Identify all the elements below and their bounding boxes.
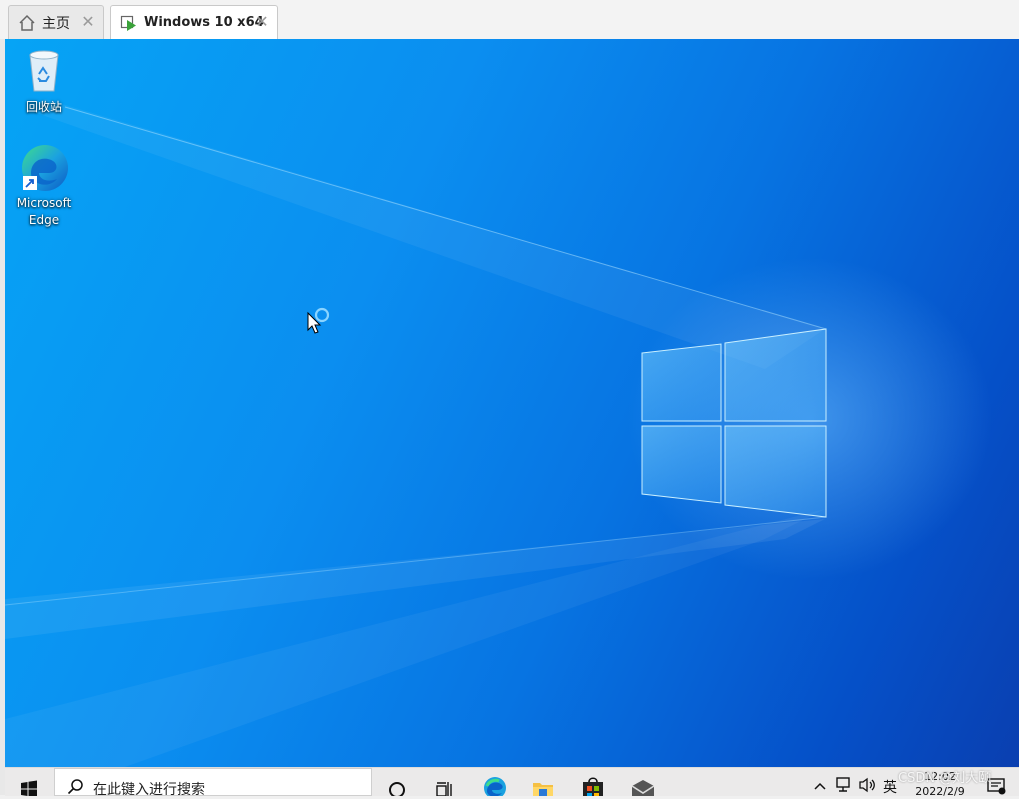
start-icon: [20, 780, 38, 796]
wallpaper-light-beams-icon: [5, 99, 827, 767]
task-view-icon: [435, 780, 455, 796]
mail-icon: [631, 778, 655, 796]
vm-tab-bar: 主页 ✕ Windows 10 x64 ✕: [0, 0, 1019, 40]
file-explorer-icon: [531, 778, 555, 796]
show-hidden-icons-chevron-up-icon[interactable]: [813, 777, 827, 796]
clock-date: 2022/2/9: [915, 785, 965, 798]
store-button[interactable]: [573, 768, 613, 796]
tab-windows-10[interactable]: Windows 10 x64 ✕: [110, 5, 278, 39]
recycle-bin-icon: [5, 47, 83, 99]
edge-icon: [483, 776, 507, 796]
tab-vm-label: Windows 10 x64: [144, 15, 264, 30]
close-tab-home-icon[interactable]: ✕: [79, 13, 97, 31]
edge-icon: [5, 143, 83, 195]
close-tab-vm-icon[interactable]: ✕: [253, 13, 271, 31]
edge-label: Microsoft Edge: [16, 196, 72, 227]
taskbar-edge-button[interactable]: [475, 768, 515, 796]
tab-home-label: 主页: [42, 15, 70, 32]
desktop-icon-edge[interactable]: Microsoft Edge: [5, 143, 83, 229]
desktop[interactable]: 回收站 Microsoft Edge: [5, 39, 1019, 767]
cortana-button[interactable]: [377, 768, 417, 796]
search-placeholder: 在此键入进行搜索: [93, 782, 205, 796]
csdn-watermark: CSDN @刘大颐: [898, 771, 992, 786]
search-box[interactable]: 在此键入进行搜索: [54, 768, 372, 796]
home-icon: [16, 12, 38, 34]
store-icon: [582, 776, 604, 796]
file-explorer-button[interactable]: [523, 768, 563, 796]
start-button[interactable]: [5, 768, 53, 796]
desktop-icon-recycle-bin[interactable]: 回收站: [5, 47, 83, 116]
cortana-icon: [388, 781, 406, 796]
vm-screen: 回收站 Microsoft Edge 在此键入进行搜索 英 12:02 2022…: [0, 39, 1019, 798]
vm-icon: [118, 12, 140, 34]
search-icon: [67, 778, 85, 795]
mail-button[interactable]: [623, 768, 663, 796]
mouse-cursor-icon: [307, 305, 333, 339]
taskbar: 在此键入进行搜索 英 12:02 2022/2/9: [5, 767, 1019, 798]
tab-home[interactable]: 主页 ✕: [8, 5, 104, 39]
recycle-bin-label: 回收站: [25, 100, 62, 114]
task-view-button[interactable]: [425, 768, 465, 796]
input-language-indicator[interactable]: 英: [883, 777, 897, 797]
